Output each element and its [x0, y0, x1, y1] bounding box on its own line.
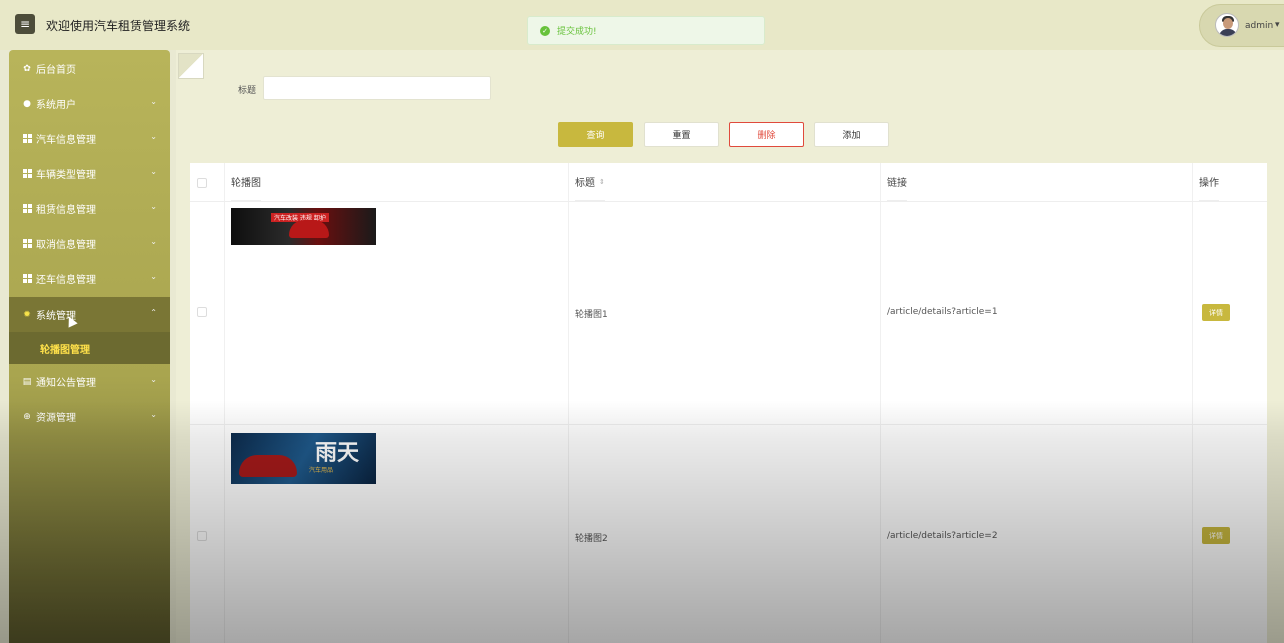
- sidebar-item-label: 后台首页: [36, 65, 76, 76]
- row-divider: [190, 201, 1267, 202]
- grid-icon: [22, 239, 32, 249]
- row-link: /article/details?article=1: [887, 307, 998, 317]
- chevron-down-icon: ⌄: [150, 410, 157, 419]
- column-divider: [224, 163, 225, 643]
- sidebar-item-label: 租赁信息管理: [36, 205, 96, 216]
- sidebar-subitem-carousel[interactable]: 轮播图管理: [9, 332, 170, 364]
- carousel-image: 雨天 汽车用品: [231, 433, 376, 484]
- sidebar-item-resources[interactable]: ⊕ 资源管理 ⌄: [9, 399, 170, 434]
- sidebar: ✿ 后台首页 ● 系统用户 ⌄ 汽车信息管理 ⌄ 车辆类型管理 ⌄ 租赁信息管理…: [9, 50, 170, 643]
- grid-icon: [22, 274, 32, 284]
- carousel-image: 汽车改装 违规 卸护: [231, 208, 376, 245]
- banner-text: 雨天: [315, 440, 360, 466]
- sidebar-item-label: 车辆类型管理: [36, 170, 96, 181]
- column-header-label: 标题: [575, 178, 595, 189]
- chevron-down-icon: ⌄: [150, 375, 157, 384]
- delete-button[interactable]: 删除: [729, 122, 804, 147]
- hamburger-icon[interactable]: ≡: [15, 14, 35, 34]
- sidebar-item-label: 资源管理: [36, 413, 76, 424]
- gear-circle-icon: ✹: [23, 309, 31, 320]
- sidebar-item-label: 通知公告管理: [36, 378, 96, 389]
- toast-message: 提交成功!: [557, 27, 597, 37]
- user-menu[interactable]: admin ▾: [1199, 4, 1284, 47]
- sidebar-item-label: 汽车信息管理: [36, 135, 96, 146]
- search-label: 标题: [238, 86, 257, 96]
- sidebar-item-label: 系统用户: [36, 100, 76, 111]
- sidebar-item-cancel-info[interactable]: 取消信息管理 ⌄: [9, 226, 170, 261]
- column-header-action: 操作: [1199, 163, 1219, 201]
- banner-text: 汽车用品: [309, 467, 334, 474]
- carousel-table: 轮播图 标题 ⇕ 链接 操作 汽车改装 违规 卸护 轮播图1 /article/…: [190, 163, 1267, 643]
- row-title: 轮播图1: [575, 310, 608, 320]
- add-button[interactable]: 添加: [814, 122, 889, 147]
- query-button[interactable]: 查询: [558, 122, 633, 147]
- sidebar-item-vehicle-type[interactable]: 车辆类型管理 ⌄: [9, 156, 170, 191]
- chevron-down-icon: ⌄: [150, 132, 157, 141]
- user-icon: ●: [23, 98, 31, 109]
- user-name: admin: [1245, 21, 1274, 31]
- column-divider: [568, 163, 569, 643]
- title-search-input[interactable]: [263, 76, 491, 100]
- chevron-down-icon: ⌄: [150, 272, 157, 281]
- detail-button[interactable]: 详情: [1202, 304, 1230, 321]
- sidebar-item-label: 取消信息管理: [36, 240, 96, 251]
- grid-icon: [22, 204, 32, 214]
- row-checkbox[interactable]: [197, 307, 207, 317]
- sidebar-item-car-info[interactable]: 汽车信息管理 ⌄: [9, 121, 170, 156]
- page-corner-icon: [178, 53, 204, 79]
- avatar: [1215, 13, 1239, 37]
- column-header-image: 轮播图: [231, 163, 261, 201]
- chevron-down-icon: ⌄: [150, 167, 157, 176]
- column-divider: [880, 163, 881, 643]
- sidebar-item-home[interactable]: ✿ 后台首页: [9, 51, 170, 86]
- column-header-title[interactable]: 标题 ⇕: [575, 163, 605, 201]
- gear-icon: ✿: [23, 63, 31, 74]
- row-checkbox[interactable]: [197, 531, 207, 541]
- chevron-down-icon: ⌄: [150, 237, 157, 246]
- select-all-checkbox[interactable]: [197, 178, 207, 188]
- check-circle-icon: ✓: [540, 25, 550, 36]
- sidebar-item-system[interactable]: ✹ 系统管理 ⌃: [9, 297, 170, 332]
- app-title: 欢迎使用汽车租赁管理系统: [46, 19, 191, 33]
- row-divider: [190, 424, 1267, 425]
- sort-icon[interactable]: ⇕: [599, 178, 605, 186]
- chevron-down-icon: ⌄: [150, 97, 157, 106]
- top-header: ≡ 欢迎使用汽车租赁管理系统 ✓ 提交成功! admin ▾: [0, 0, 1284, 50]
- grid-icon: [22, 169, 32, 179]
- car-image: [239, 455, 297, 477]
- sidebar-item-rental-info[interactable]: 租赁信息管理 ⌄: [9, 191, 170, 226]
- grid-icon: [22, 134, 32, 144]
- sidebar-item-users[interactable]: ● 系统用户 ⌄: [9, 86, 170, 121]
- main-content: 标题 查询 重置 删除 添加 轮播图 标题 ⇕ 链接 操作 汽车改装 违规 卸护…: [176, 50, 1284, 643]
- car-image: [289, 220, 329, 238]
- chevron-up-icon: ⌃: [150, 308, 157, 317]
- document-icon: ▤: [22, 376, 32, 387]
- column-divider: [1192, 163, 1193, 643]
- row-title: 轮播图2: [575, 534, 608, 544]
- detail-button[interactable]: 详情: [1202, 527, 1230, 544]
- column-header-link: 链接: [887, 163, 907, 201]
- plus-circle-icon: ⊕: [23, 411, 31, 422]
- sidebar-item-label: 还车信息管理: [36, 275, 96, 286]
- sidebar-item-notice[interactable]: ▤ 通知公告管理 ⌄: [9, 364, 170, 399]
- chevron-down-icon: ▾: [1275, 20, 1280, 30]
- sidebar-item-return-info[interactable]: 还车信息管理 ⌄: [9, 261, 170, 296]
- chevron-down-icon: ⌄: [150, 202, 157, 211]
- reset-button[interactable]: 重置: [644, 122, 719, 147]
- success-toast: ✓ 提交成功!: [527, 16, 765, 45]
- row-link: /article/details?article=2: [887, 531, 998, 541]
